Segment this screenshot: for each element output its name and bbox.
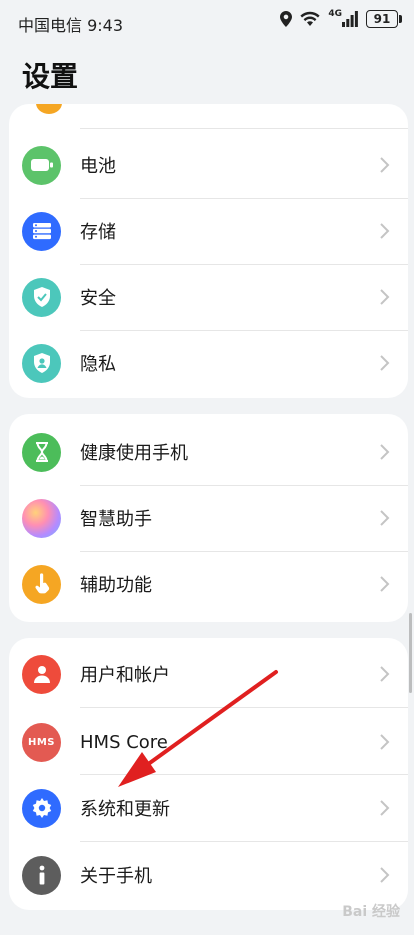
settings-item-label: 隐私 [80,354,116,375]
chevron-right-icon [380,576,390,592]
settings-item-battery[interactable]: 电池 [9,132,408,198]
hand-icon [22,564,61,604]
settings-item-label: 关于手机 [80,866,152,887]
settings-group-2: 健康使用手机 智慧助手 辅助功能 [9,414,408,622]
chevron-right-icon [380,666,390,682]
chevron-right-icon [380,223,390,239]
settings-item-label: 安全 [80,288,116,309]
settings-item-digital-balance[interactable]: 健康使用手机 [9,419,408,485]
settings-item-users-accounts[interactable]: 用户和帐户 [9,641,408,707]
partial-item-icon [36,104,62,114]
shield-icon [22,277,61,317]
settings-item-hms-core[interactable]: HMS HMS Core [9,709,408,775]
carrier-time: 中国电信 9:43 [18,16,124,35]
storage-icon [22,211,61,251]
location-icon [280,11,293,27]
watermark: Bai 经验 [342,904,400,920]
hourglass-icon [22,432,61,472]
settings-item-label: 健康使用手机 [80,443,188,464]
settings-item-label: 辅助功能 [80,575,152,596]
chevron-right-icon [380,800,390,816]
user-icon [22,654,61,694]
settings-item-smart-assistant[interactable]: 智慧助手 [9,485,408,551]
settings-item-storage[interactable]: 存储 [9,198,408,264]
settings-item-label: HMS Core [80,731,168,753]
settings-group-3: 用户和帐户 HMS HMS Core 系统和更新 关于手机 [9,638,408,910]
settings-item-about-phone[interactable]: 关于手机 [9,842,408,908]
settings-item-security[interactable]: 安全 [9,264,408,330]
settings-item-accessibility[interactable]: 辅助功能 [9,551,408,617]
chevron-right-icon [380,157,390,173]
page-title: 设置 [22,60,79,93]
chevron-right-icon [380,510,390,526]
battery-icon [22,145,61,185]
settings-item-label: 系统和更新 [80,799,170,820]
cellular-signal-icon: 4G [328,8,358,27]
divider [80,128,408,129]
wifi-icon [300,11,320,27]
chevron-right-icon [380,289,390,305]
chevron-right-icon [380,444,390,460]
chevron-right-icon [380,867,390,883]
battery-indicator: 91 [366,10,402,28]
settings-item-privacy[interactable]: 隐私 [9,330,408,396]
scrollbar[interactable] [409,613,412,693]
chevron-right-icon [380,355,390,371]
divider [80,707,408,708]
privacy-icon [22,343,61,383]
gear-icon [22,788,61,828]
settings-item-label: 电池 [80,156,116,177]
assistant-orb-icon [22,498,61,538]
settings-item-system-updates[interactable]: 系统和更新 [9,775,408,841]
settings-item-label: 存储 [80,222,116,243]
settings-item-label: 智慧助手 [80,509,152,530]
status-icons: 4G 91 [280,8,402,28]
hms-icon: HMS [22,722,61,762]
info-icon [22,855,61,895]
settings-item-label: 用户和帐户 [80,665,170,686]
chevron-right-icon [380,734,390,750]
settings-group-1: 电池 存储 安全 隐私 [9,104,408,398]
network-type: 4G [328,8,342,19]
status-bar: 中国电信 9:43 4G 91 [0,0,414,44]
